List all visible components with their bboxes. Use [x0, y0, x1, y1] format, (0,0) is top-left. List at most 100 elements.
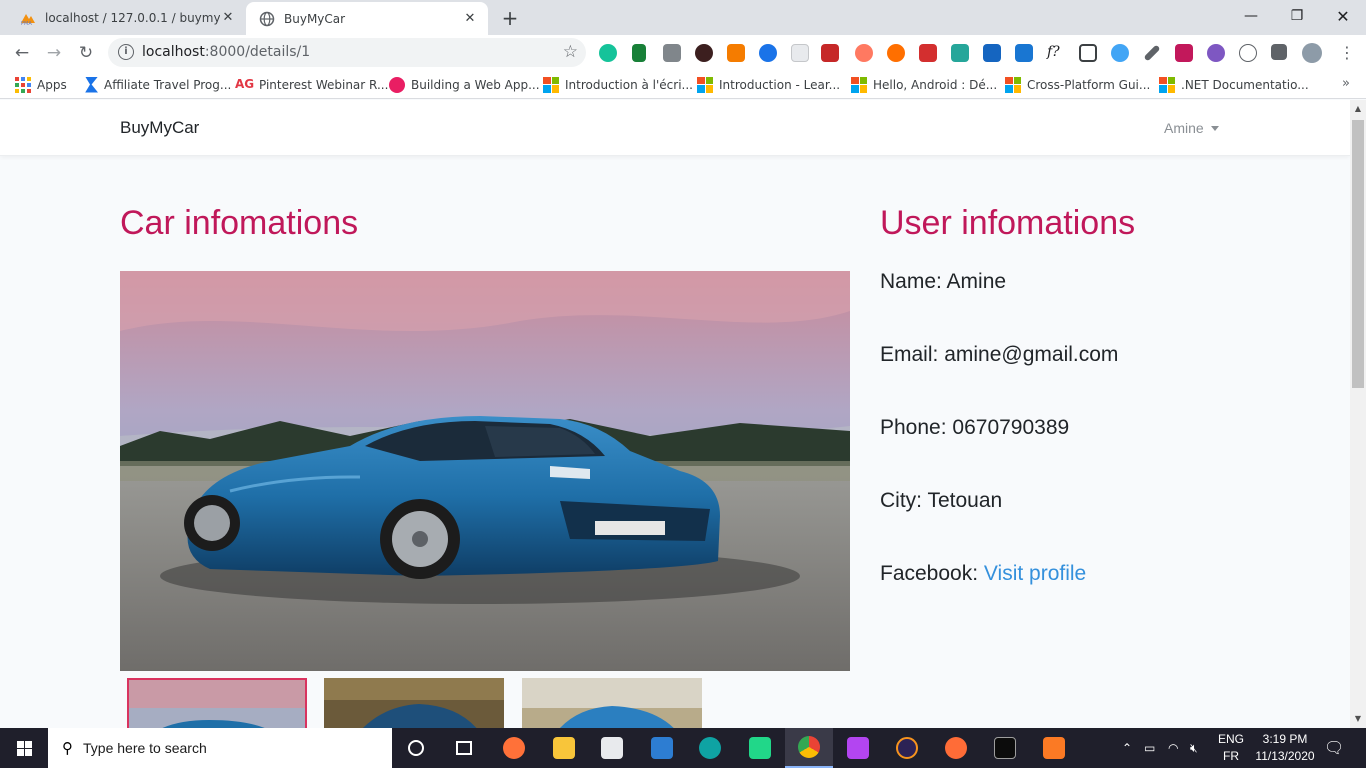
- new-tab-icon[interactable]: +: [497, 5, 523, 31]
- close-tab-icon[interactable]: ✕: [462, 11, 478, 27]
- close-tab-icon[interactable]: ✕: [220, 10, 236, 26]
- back-icon[interactable]: ←: [8, 39, 36, 67]
- apps-grid-icon: [15, 76, 31, 93]
- ag-icon: AG: [235, 76, 255, 91]
- restore-icon[interactable]: ❐: [1274, 0, 1320, 32]
- reload-icon[interactable]: ↻: [72, 39, 100, 67]
- phpstorm-icon[interactable]: [834, 728, 882, 768]
- play-icon: [389, 76, 405, 93]
- bookmark-introduction-ecriture[interactable]: Introduction à l'écri...: [543, 76, 693, 93]
- puzzle-blue-icon[interactable]: [1015, 44, 1033, 62]
- screenshot-icon[interactable]: [1079, 44, 1097, 62]
- flag-icon[interactable]: [632, 44, 646, 62]
- bookmark-introduction-learn[interactable]: Introduction - Lear...: [697, 76, 840, 93]
- close-window-icon[interactable]: ✕: [1320, 0, 1366, 32]
- file-explorer-icon[interactable]: [540, 728, 588, 768]
- bookmark-star-icon[interactable]: ☆: [563, 42, 578, 62]
- store-icon[interactable]: [588, 728, 636, 768]
- clock-time: 3:19 PM: [1262, 732, 1308, 746]
- forward-icon[interactable]: →: [40, 39, 68, 67]
- pycharm-icon[interactable]: [736, 728, 784, 768]
- bookmark-affiliate-travel[interactable]: Affiliate Travel Prog...: [82, 76, 231, 93]
- profile-avatar[interactable]: [1302, 43, 1322, 63]
- windows-logo-icon: [16, 740, 32, 756]
- taskbar-search[interactable]: ⚲ Type here to search: [48, 728, 392, 768]
- input-language[interactable]: ENG FR: [1216, 731, 1246, 765]
- car-main-image: [120, 271, 850, 671]
- site-navbar: BuyMyCar Amine: [0, 100, 1350, 156]
- postman-icon[interactable]: [932, 728, 980, 768]
- bookmarks-overflow-icon[interactable]: »: [1342, 76, 1350, 91]
- off-extension-icon[interactable]: [727, 44, 745, 62]
- blue-drop-icon[interactable]: [759, 44, 777, 62]
- k-extension-icon[interactable]: [695, 44, 713, 62]
- mail-icon[interactable]: [638, 728, 686, 768]
- bookmark-pinterest-webinar[interactable]: AG Pinterest Webinar R...: [235, 76, 388, 93]
- rainbow-icon[interactable]: [855, 44, 873, 62]
- chrome-icon[interactable]: [785, 728, 833, 768]
- edge-icon[interactable]: [686, 728, 734, 768]
- task-view-icon[interactable]: [440, 728, 488, 768]
- minimize-icon[interactable]: —: [1228, 0, 1274, 32]
- s-extension-icon[interactable]: [951, 44, 969, 62]
- volume-muted-icon[interactable]: 🔇︎: [1190, 728, 1198, 768]
- facebook-profile-link[interactable]: Visit profile: [984, 562, 1086, 585]
- user-phone-row: Phone: 0670790389: [880, 416, 1070, 439]
- system-clock[interactable]: 3:19 PM 11/13/2020: [1250, 731, 1320, 765]
- car-thumbnail-3[interactable]: [522, 678, 702, 728]
- firefox-icon[interactable]: [490, 728, 538, 768]
- user-email-row: Email: amine@gmail.com: [880, 343, 1119, 366]
- bookmark-cross-platform[interactable]: Cross-Platform Gui...: [1005, 76, 1150, 93]
- purple-extension-icon[interactable]: [1207, 44, 1225, 62]
- bookmarks-bar: Apps Affiliate Travel Prog... AG Pintere…: [0, 70, 1366, 99]
- terminal-icon[interactable]: [981, 728, 1029, 768]
- tab-phpmyadmin[interactable]: PMA localhost / 127.0.0.1 / buymycar / ✕: [0, 0, 246, 35]
- address-bar[interactable]: i localhost:8000/details/1 ☆: [108, 38, 586, 67]
- new-extension-icon[interactable]: [983, 44, 1001, 62]
- scroll-down-arrow-icon[interactable]: ▼: [1350, 712, 1366, 726]
- camera-icon[interactable]: [663, 44, 681, 62]
- car-info-heading: Car infomations: [120, 204, 359, 242]
- car-thumbnail-2[interactable]: [324, 678, 504, 728]
- user-name: Amine: [1164, 120, 1204, 136]
- info-icon[interactable]: i: [118, 44, 134, 60]
- site-brand[interactable]: BuyMyCar: [120, 118, 199, 138]
- kayak-icon: [85, 76, 98, 93]
- car-thumbnail-1[interactable]: [127, 678, 307, 728]
- owl-icon[interactable]: [1111, 44, 1129, 62]
- search-placeholder: Type here to search: [83, 740, 207, 756]
- notifications-icon[interactable]: 🗨︎: [1324, 728, 1344, 768]
- pink-extension-icon[interactable]: [1175, 44, 1193, 62]
- cortana-icon[interactable]: [392, 728, 440, 768]
- page-scrollbar[interactable]: ▲ ▼: [1350, 100, 1366, 728]
- desc-extension-icon[interactable]: [821, 44, 839, 62]
- web-page: BuyMyCar Amine Car infomations User info…: [0, 100, 1350, 728]
- pdf-extension-icon[interactable]: [919, 44, 937, 62]
- scrollbar-thumb[interactable]: [1352, 120, 1364, 388]
- grid-extension-icon[interactable]: [791, 44, 809, 62]
- bookmark-building-web-app[interactable]: Building a Web App...: [389, 76, 540, 93]
- xampp-icon[interactable]: [1030, 728, 1078, 768]
- scroll-up-arrow-icon[interactable]: ▲: [1350, 102, 1366, 116]
- user-dropdown[interactable]: Amine: [1164, 120, 1219, 136]
- tab-buymycar[interactable]: BuyMyCar ✕: [246, 2, 488, 35]
- tray-overflow-icon[interactable]: ⌃: [1122, 728, 1132, 768]
- eclipse-icon[interactable]: [883, 728, 931, 768]
- extensions-puzzle-icon[interactable]: [1271, 44, 1287, 60]
- wifi-icon[interactable]: ◠: [1168, 728, 1178, 768]
- h-extension-icon[interactable]: [1239, 44, 1257, 62]
- more-menu-icon[interactable]: ⋮: [1338, 44, 1356, 62]
- thumbnail-image: [324, 678, 504, 728]
- grammarly-icon[interactable]: [599, 44, 617, 62]
- bookmark-hello-android[interactable]: Hello, Android : Dé...: [851, 76, 997, 93]
- user-name-value: Amine: [946, 270, 1007, 293]
- start-button[interactable]: [0, 728, 48, 768]
- battery-icon[interactable]: ▭: [1144, 728, 1155, 768]
- bookmark-apps[interactable]: Apps: [15, 76, 67, 93]
- bookmark-net-documentation[interactable]: .NET Documentatio...: [1159, 76, 1309, 93]
- thumbnail-image: [129, 680, 305, 728]
- microsoft-icon: [1005, 76, 1021, 93]
- circle-extension-icon[interactable]: [887, 44, 905, 62]
- windows-taskbar: ⚲ Type here to search ⌃ ▭ ◠ 🔇︎ ENG FR 3:…: [0, 728, 1366, 768]
- fonts-icon[interactable]: f?: [1047, 44, 1065, 62]
